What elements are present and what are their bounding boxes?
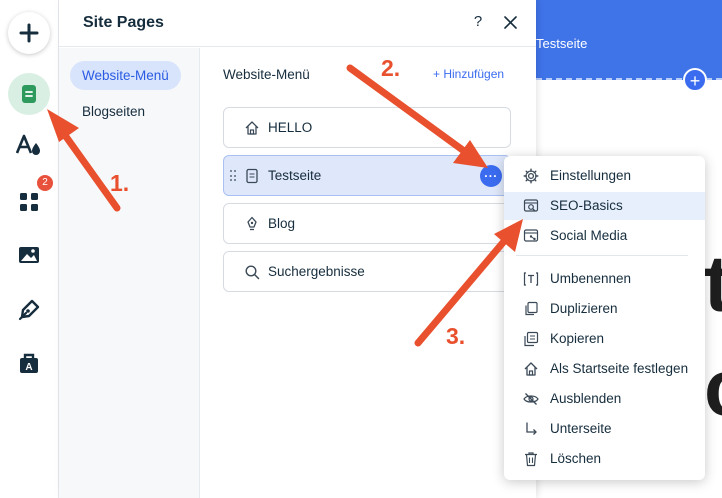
- gear-icon: [523, 168, 539, 184]
- menu-item-duplicate[interactable]: Duplizieren: [504, 295, 705, 323]
- rename-icon: [523, 272, 539, 286]
- briefcase-icon: A: [20, 353, 38, 373]
- canvas-page-label: Testseite: [536, 36, 588, 51]
- page-label: Blog: [268, 216, 296, 231]
- design-button[interactable]: [8, 124, 50, 166]
- svg-text:A: A: [25, 362, 32, 373]
- page-row-testseite[interactable]: Testseite ···: [223, 155, 511, 196]
- menu-item-label: SEO-Basics: [550, 198, 623, 213]
- social-media-icon: [523, 229, 539, 242]
- page-row-blog[interactable]: Blog: [223, 203, 511, 244]
- page-row-search-results[interactable]: Suchergebnisse: [223, 251, 511, 292]
- menu-item-label: Unterseite: [550, 421, 612, 436]
- media-button[interactable]: [8, 234, 50, 276]
- add-page-link[interactable]: + Hinzufügen: [433, 67, 504, 81]
- canvas-add-section-button[interactable]: +: [683, 68, 707, 92]
- pages-button[interactable]: [8, 73, 50, 115]
- page-label: Testseite: [268, 168, 322, 183]
- duplicate-icon: [525, 301, 538, 316]
- canvas-heading-fragment-2: c: [704, 342, 722, 434]
- left-toolbar: 2 A: [0, 0, 59, 498]
- menu-item-seo-basics[interactable]: SEO-Basics: [504, 192, 705, 220]
- add-elements-button[interactable]: [8, 12, 50, 54]
- seo-search-icon: [523, 199, 539, 212]
- menu-item-label: Social Media: [550, 228, 628, 243]
- plus-icon: [19, 23, 39, 43]
- business-button[interactable]: A: [8, 342, 50, 384]
- section-title: Website-Menü: [223, 67, 310, 82]
- menu-item-rename[interactable]: Umbenennen: [504, 265, 705, 293]
- home-icon: [245, 121, 259, 135]
- menu-item-delete[interactable]: Löschen: [504, 445, 705, 473]
- close-icon: [503, 15, 517, 29]
- menu-item-hide[interactable]: Ausblenden: [504, 385, 705, 413]
- menu-item-label: Duplizieren: [550, 301, 618, 316]
- menu-item-label: Einstellungen: [550, 168, 632, 183]
- page-label: Suchergebnisse: [268, 264, 365, 279]
- panel-header: Site Pages ?: [59, 0, 536, 47]
- canvas-heading-fragment: t: [704, 239, 722, 328]
- pages-nav: Website-Menü Blogseiten: [59, 48, 200, 498]
- site-pages-panel: Site Pages ? Website-Menü Blogseiten Web…: [59, 0, 536, 498]
- step-1-label: 1.: [110, 170, 130, 196]
- drag-handle-icon[interactable]: [230, 170, 236, 182]
- hide-eye-icon: [523, 393, 539, 405]
- help-button[interactable]: ?: [469, 13, 487, 31]
- page-more-actions-button[interactable]: ···: [480, 165, 502, 187]
- image-icon: [19, 247, 39, 263]
- nav-website-menu[interactable]: Website-Menü: [70, 61, 181, 90]
- nav-blog-pages[interactable]: Blogseiten: [70, 97, 157, 126]
- copy-icon: [524, 331, 539, 347]
- step-3-label: 3.: [446, 323, 466, 349]
- menu-item-label: Löschen: [550, 451, 602, 466]
- search-icon: [245, 265, 260, 280]
- close-button[interactable]: [501, 13, 519, 31]
- apps-icon: [20, 193, 38, 211]
- page-context-menu: Einstellungen SEO-Basics Social Media Um…: [504, 156, 705, 480]
- page-row-hello[interactable]: HELLO: [223, 107, 511, 148]
- page-icon: [246, 168, 258, 184]
- pen-nib-icon: [247, 216, 257, 231]
- menu-item-set-homepage[interactable]: Als Startseite festlegen: [504, 355, 705, 383]
- pages-content: Website-Menü + Hinzufügen HELLO Testseit…: [201, 48, 536, 498]
- subpage-arrow-icon: [526, 422, 537, 435]
- design-icon: [16, 134, 40, 155]
- menu-item-label: Umbenennen: [550, 271, 632, 286]
- panel-title: Site Pages: [83, 14, 164, 31]
- menu-item-settings[interactable]: Einstellungen: [504, 162, 705, 190]
- pages-icon: [22, 85, 36, 103]
- pen-nib-icon: [18, 299, 40, 321]
- step-2-label: 2.: [381, 55, 401, 81]
- menu-divider: [516, 255, 688, 256]
- menu-item-social-media[interactable]: Social Media: [504, 222, 705, 250]
- page-label: HELLO: [268, 120, 313, 135]
- menu-item-label: Kopieren: [550, 331, 605, 346]
- apps-notification-badge: 2: [37, 175, 53, 191]
- menu-item-label: Als Startseite festlegen: [550, 361, 689, 376]
- trash-icon: [525, 452, 537, 467]
- menu-item-label: Ausblenden: [550, 391, 622, 406]
- menu-item-copy[interactable]: Kopieren: [504, 325, 705, 353]
- menu-item-subpage[interactable]: Unterseite: [504, 415, 705, 443]
- home-icon: [524, 362, 538, 376]
- blog-button[interactable]: [8, 289, 50, 331]
